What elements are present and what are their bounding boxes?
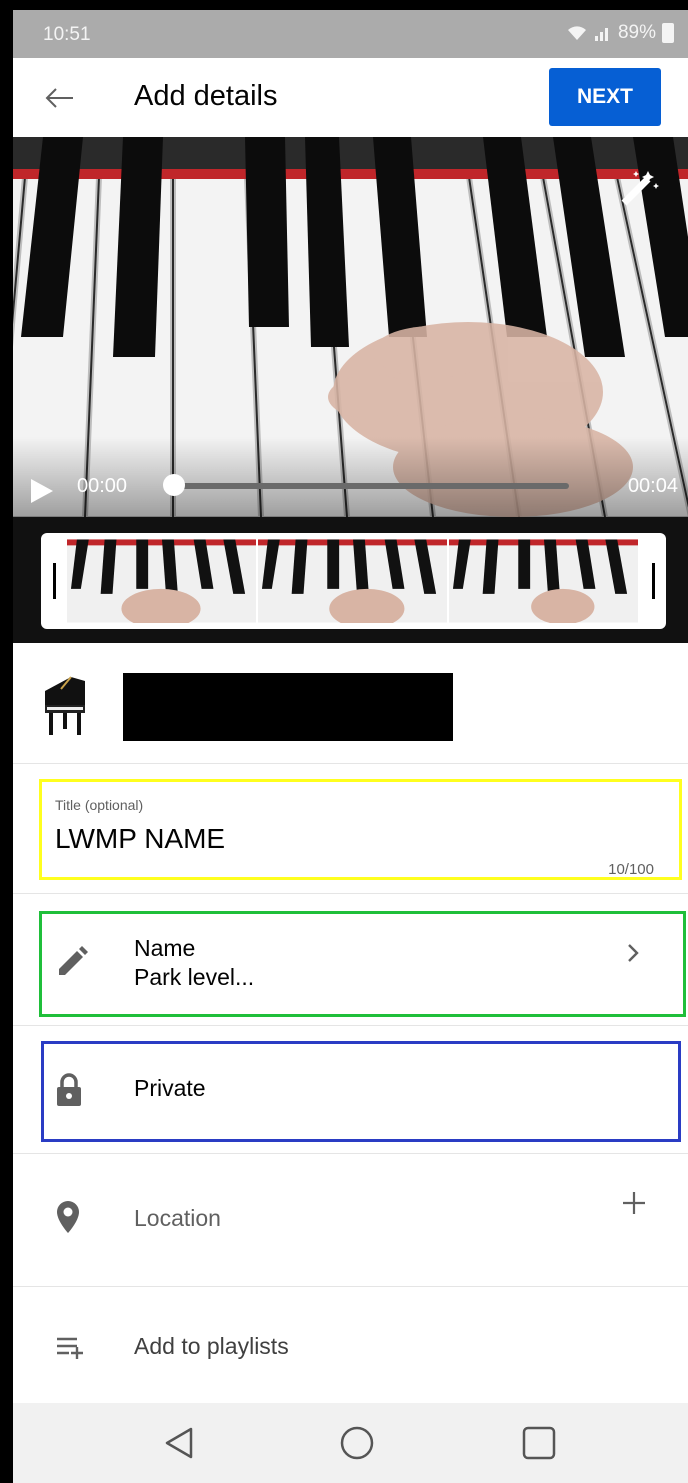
phone-screen: 10:51 89% Add details NEXT 00:00 00:04 T… [13,10,688,1483]
trim-handle-right[interactable] [652,563,655,599]
chevron-right-icon [628,944,639,962]
title-field[interactable]: Title (optional) LWMP NAME 10/100 [13,763,688,894]
grand-piano-icon [45,676,85,735]
status-time: 10:51 [43,24,91,45]
playlist-label: Add to playlists [134,1333,289,1359]
location-label: Location [134,1205,221,1231]
app-bar: Add details NEXT [13,58,688,137]
magic-wand-icon[interactable] [618,165,662,209]
status-bar: 10:51 89% [13,10,688,58]
thumbnail-frame [449,539,640,623]
current-time: 00:00 [77,475,128,497]
home-circle-icon[interactable] [339,1425,375,1461]
seek-thumb[interactable] [163,474,185,496]
play-icon[interactable] [29,477,55,505]
visibility-row[interactable]: Private [13,1025,688,1154]
thumbnail-frame [258,539,449,623]
signal-icon [594,28,608,41]
redacted-channel-name [123,673,453,741]
next-button[interactable]: NEXT [549,68,661,126]
status-icons: 89% [566,22,674,44]
arrow-left-icon[interactable] [39,78,79,118]
playlist-row[interactable]: Add to playlists [13,1286,688,1404]
description-row[interactable]: Name Park level... [13,893,688,1026]
title-input[interactable]: LWMP NAME [55,823,225,855]
back-triangle-icon[interactable] [161,1425,197,1461]
video-duration: 00:04 [627,475,678,497]
visibility-label: Private [134,1075,206,1101]
location-pin-icon [57,1201,79,1233]
trim-handle-left[interactable] [53,563,56,599]
plus-icon[interactable] [620,1189,648,1217]
channel-row [13,643,688,764]
description-label: Name [134,935,196,961]
character-counter: 10/100 [608,861,654,878]
recents-square-icon[interactable] [521,1425,557,1461]
seek-bar[interactable] [173,483,569,489]
wifi-icon [567,26,586,40]
playlist-add-icon [57,1337,83,1359]
trim-strip[interactable] [41,533,666,629]
thumbnail-frame [67,539,258,623]
battery-percent: 89% [617,22,656,43]
video-preview[interactable]: 00:00 00:04 [13,137,688,643]
title-field-label: Title (optional) [55,797,144,813]
lock-icon [57,1073,81,1106]
battery-icon [662,23,674,43]
trim-frames [67,539,641,623]
page-title: Add details [134,80,278,112]
location-row[interactable]: Location [13,1153,688,1287]
pencil-icon [59,946,88,975]
system-nav-bar [13,1403,688,1483]
description-value: Park level... [134,964,255,990]
